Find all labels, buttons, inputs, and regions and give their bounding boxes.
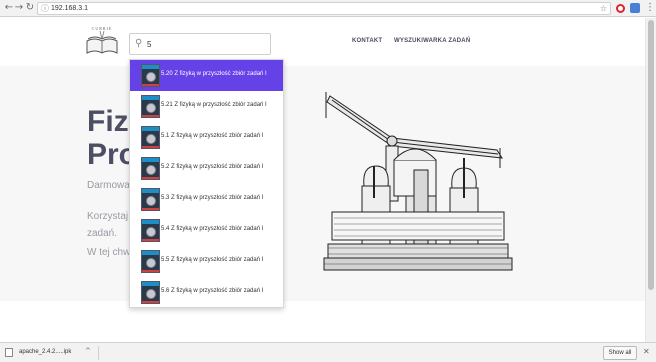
- logo-text: CURRIE: [91, 26, 113, 31]
- hero-text-line2: zadań.: [87, 228, 118, 239]
- page-scrollbar[interactable]: [645, 18, 656, 342]
- book-icon: [86, 30, 118, 54]
- book-cover-thumbnail: [141, 64, 160, 87]
- suggestion-item[interactable]: 5.1 Z fizyką w przyszłość zbiór zadań I: [130, 122, 283, 153]
- show-all-button[interactable]: Show all: [603, 346, 637, 360]
- search-icon: ⚲: [135, 38, 143, 49]
- book-cover-thumbnail: [141, 126, 160, 149]
- suggestion-item[interactable]: 5.6 Z fizyką w przyszłość zbiór zadań I: [130, 277, 283, 308]
- nav-kontakt[interactable]: KONTAKT: [352, 38, 382, 44]
- suggestion-item[interactable]: 5.2 Z fizyką w przyszłość zbiór zadań I: [130, 153, 283, 184]
- menu-dots-icon[interactable]: ⋮: [645, 2, 655, 13]
- suggestion-item[interactable]: 5.20 Z fizyką w przyszłość zbiór zadań I: [130, 60, 283, 91]
- browser-toolbar: ← → ↻ ⓘ 192.168.3.1 ☆ ⋮: [0, 0, 656, 17]
- file-icon: [5, 348, 13, 357]
- suggestion-label: 5.3 Z fizyką w przyszłość zbiór zadań I: [161, 195, 264, 201]
- suggestion-label: 5.20 Z fizyką w przyszłość zbiór zadań I: [161, 71, 267, 77]
- download-file-name[interactable]: apache_2.4.2.....ipk: [19, 349, 71, 355]
- suggestion-label: 5.5 Z fizyką w przyszłość zbiór zadań I: [161, 257, 264, 263]
- web-page: CURRIE ⚲ KONTAKT WYSZUKIWARKA ZADAŃ Fizy…: [0, 18, 656, 342]
- book-cover-thumbnail: [141, 157, 160, 180]
- suggestion-label: 5.1 Z fizyką w przyszłość zbiór zadań I: [161, 133, 264, 139]
- book-cover-thumbnail: [141, 219, 160, 242]
- suggestion-label: 5.4 Z fizyką w przyszłość zbiór zadań I: [161, 226, 264, 232]
- suggestion-item[interactable]: 5.3 Z fizyką w przyszłość zbiór zadań I: [130, 184, 283, 215]
- divider: [98, 346, 99, 360]
- info-icon[interactable]: ⓘ: [41, 3, 49, 14]
- hero-text-line1: Korzystaj: [87, 211, 129, 222]
- book-cover-thumbnail: [141, 95, 160, 118]
- extension-icon[interactable]: [630, 3, 640, 13]
- book-cover-thumbnail: [141, 188, 160, 211]
- steam-engine-illustration: [323, 92, 513, 271]
- book-cover-thumbnail: [141, 250, 160, 273]
- book-cover-thumbnail: [141, 281, 160, 304]
- site-logo[interactable]: CURRIE: [85, 26, 119, 57]
- search-input[interactable]: [147, 37, 265, 51]
- suggestion-label: 5.6 Z fizyką w przyszłość zbiór zadań I: [161, 288, 264, 294]
- url-text: 192.168.3.1: [51, 5, 88, 12]
- search-suggestions-dropdown: 5.20 Z fizyką w przyszłość zbiór zadań I…: [129, 59, 284, 308]
- close-icon[interactable]: ✕: [643, 347, 650, 356]
- suggestion-label: 5.2 Z fizyką w przyszłość zbiór zadań I: [161, 164, 264, 170]
- suggestion-item[interactable]: 5.4 Z fizyką w przyszłość zbiór zadań I: [130, 215, 283, 246]
- hero-text-line3: W tej chw: [87, 247, 131, 258]
- search-box[interactable]: ⚲: [129, 33, 271, 55]
- nav-wyszukiwarka-zadan[interactable]: WYSZUKIWARKA ZADAŃ: [394, 38, 470, 44]
- opera-extension-icon[interactable]: [616, 4, 625, 13]
- hero-subtitle: Darmowa: [87, 180, 130, 191]
- scrollbar-thumb[interactable]: [648, 20, 654, 290]
- address-bar[interactable]: ⓘ 192.168.3.1 ☆: [37, 2, 611, 15]
- suggestion-item[interactable]: 5.5 Z fizyką w przyszłość zbiór zadań I: [130, 246, 283, 277]
- suggestion-item[interactable]: 5.21 Z fizyką w przyszłość zbiór zadań I: [130, 91, 283, 122]
- reload-icon[interactable]: ↻: [24, 2, 36, 14]
- suggestion-label: 5.21 Z fizyką w przyszłość zbiór zadań I: [161, 102, 267, 108]
- star-icon[interactable]: ☆: [600, 3, 607, 14]
- chevron-up-icon[interactable]: ^: [85, 347, 91, 355]
- download-bar: apache_2.4.2.....ipk ^ Show all ✕: [0, 342, 656, 362]
